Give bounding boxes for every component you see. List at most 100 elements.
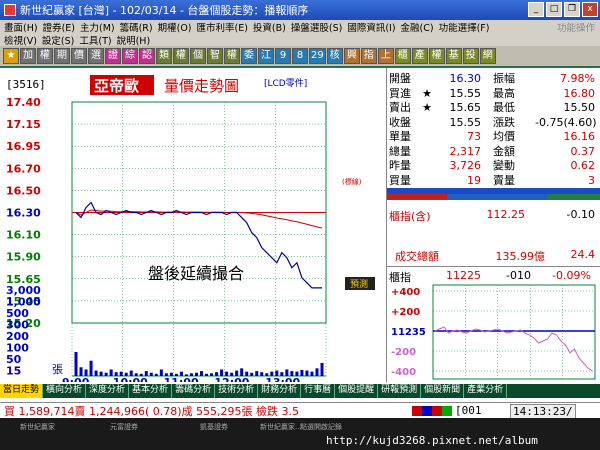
mini-ytick: +200 xyxy=(391,307,420,318)
tab-10[interactable]: 個股新聞 xyxy=(421,384,465,398)
menu-item-0[interactable]: 畫面(H) xyxy=(4,20,38,34)
time-axis: 9:00 10:00 11:00 12:00 13:00 xyxy=(62,376,301,389)
taskbar-item-4[interactable]: 點選開啟記錄 xyxy=(300,422,342,434)
quote-value: 15.55 xyxy=(449,115,482,129)
app-icon xyxy=(4,4,16,16)
taskbar-item-0[interactable]: 新世紀贏家 xyxy=(20,422,55,434)
otc-index-value: 112.25 xyxy=(486,208,526,221)
toolbar-button-0[interactable]: ★ xyxy=(3,48,19,64)
menu-item-2[interactable]: 主力(M) xyxy=(80,20,115,34)
quote-value: 15.65 xyxy=(449,101,482,114)
tab-11[interactable]: 產業分析 xyxy=(464,384,508,398)
toolbar-button-25[interactable]: 權 xyxy=(428,48,445,64)
toolbar-button-24[interactable]: 產 xyxy=(411,48,428,64)
toolbar-button-3[interactable]: 期 xyxy=(54,48,70,64)
price-tick: 16.95 xyxy=(6,140,41,153)
toolbar-button-12[interactable]: 智 xyxy=(207,48,223,64)
quote-value: 2,317 xyxy=(449,144,482,158)
menu2-item-3[interactable]: 說明(H) xyxy=(117,33,151,47)
quote-row: 總量 2,317 金額 0.37 xyxy=(389,145,599,160)
tab-2[interactable]: 深度分析 xyxy=(86,384,130,398)
quote-label-2: 最高 xyxy=(493,86,515,100)
tab-3[interactable]: 基本分析 xyxy=(129,384,173,398)
taskbar-item-1[interactable]: 元富證券 xyxy=(110,422,138,434)
toolbar-button-19[interactable]: 核 xyxy=(326,48,343,64)
menu-item-8[interactable]: 國際資訊(I) xyxy=(347,20,395,34)
menu-item-3[interactable]: 籌碼(R) xyxy=(120,20,153,34)
taskbar-item-3[interactable]: 新世紀贏家... xyxy=(260,422,302,434)
minimize-button[interactable]: _ xyxy=(528,2,544,17)
quote-row: 昨量 3,726 變動 0.62 xyxy=(389,159,599,174)
menu-item-6[interactable]: 投資(B) xyxy=(253,20,286,34)
maximize-button[interactable]: □ xyxy=(546,2,562,17)
restore-button[interactable]: ❐ xyxy=(564,2,580,17)
toolbar-button-13[interactable]: 權 xyxy=(224,48,240,64)
tab-6[interactable]: 財務分析 xyxy=(258,384,302,398)
quote-label-2: 賣量 xyxy=(493,173,515,187)
time-tick: 11:00 xyxy=(164,376,199,382)
menu-item-7[interactable]: 操盤選股(S) xyxy=(291,20,342,34)
menu-item-function-ops[interactable]: 功能操作 xyxy=(557,20,595,34)
toolbar-button-17[interactable]: 8 xyxy=(292,48,308,64)
toolbar-button-5[interactable]: 選 xyxy=(88,48,104,64)
toolbar-button-28[interactable]: 網 xyxy=(479,48,496,64)
toolbar-button-10[interactable]: 權 xyxy=(173,48,189,64)
menu-item-5[interactable]: 匯市利率(E) xyxy=(197,20,248,34)
menu2-item-2[interactable]: 工具(T) xyxy=(79,33,111,47)
tab-0[interactable]: 當日走勢 xyxy=(0,384,44,398)
menu-item-1[interactable]: 證券(E) xyxy=(43,20,75,34)
toolbar-button-8[interactable]: 認 xyxy=(139,48,155,64)
quote-value-2: 0.37 xyxy=(570,144,596,158)
volume-bar xyxy=(315,368,319,376)
tab-8[interactable]: 個股提醒 xyxy=(335,384,379,398)
volume-bar xyxy=(99,371,103,376)
market-summary: 買 1,589,714賣 1,244,966( 0.78)成 555,295張 … xyxy=(4,404,300,418)
quote-row: 單量 73 均價 16.16 xyxy=(389,130,599,145)
toolbar-button-20[interactable]: 興 xyxy=(343,48,360,64)
volume-bar xyxy=(200,371,204,376)
tab-4[interactable]: 籌碼分析 xyxy=(172,384,216,398)
menu-item-9[interactable]: 金融(C) xyxy=(401,20,434,34)
menu2-item-0[interactable]: 檢視(V) xyxy=(4,33,37,47)
tab-1[interactable]: 橫向分析 xyxy=(43,384,87,398)
quote-label-2: 漲跌 xyxy=(493,115,515,129)
toolbar-button-27[interactable]: 投 xyxy=(462,48,479,64)
toolbar-button-1[interactable]: 加 xyxy=(20,48,36,64)
menu-bar: 畫面(H) 證券(E) 主力(M) 籌碼(R) 期權(O) 匯市利率(E) 投資(B) 操盤選… xyxy=(0,20,600,47)
toolbar-button-6[interactable]: 證 xyxy=(105,48,121,64)
menu-item-10[interactable]: 功能選擇(F) xyxy=(439,20,490,34)
quote-label-2: 均價 xyxy=(493,130,515,143)
toolbar-button-26[interactable]: 基 xyxy=(445,48,462,64)
industry-tag: [LCD零件] xyxy=(264,77,307,89)
toolbar-button-7[interactable]: 綜 xyxy=(122,48,138,64)
toolbar-button-9[interactable]: 類 xyxy=(156,48,172,64)
turnover-label: 成交總額 xyxy=(395,250,439,263)
volume-bar xyxy=(79,367,83,376)
menu2-item-1[interactable]: 設定(S) xyxy=(42,33,74,47)
tab-9[interactable]: 研報預測 xyxy=(378,384,422,398)
taskbar-item-2[interactable]: 凱基證券 xyxy=(200,422,228,434)
toolbar-button-16[interactable]: 9 xyxy=(275,48,291,64)
tab-7[interactable]: 行事曆 xyxy=(301,384,336,398)
price-tick: 16.30 xyxy=(6,207,41,220)
toolbar-button-4[interactable]: 價 xyxy=(71,48,87,64)
toolbar-button-15[interactable]: 江 xyxy=(258,48,274,64)
volume-axis: 3,0001,0005003002001005015 xyxy=(6,284,41,378)
toolbar-button-18[interactable]: 29 xyxy=(309,48,326,64)
toolbar-button-21[interactable]: 指 xyxy=(360,48,377,64)
quote-value: 3,726 xyxy=(449,159,482,172)
tab-5[interactable]: 技術分析 xyxy=(215,384,259,398)
volume-bar xyxy=(159,369,163,376)
volume-bar xyxy=(74,352,78,376)
toolbar-button-23[interactable]: 櫃 xyxy=(394,48,411,64)
toolbar-button-14[interactable]: 委 xyxy=(241,48,257,64)
toolbar-button-11[interactable]: 個 xyxy=(190,48,206,64)
price-tick: 17.40 xyxy=(6,96,41,109)
menu-item-4[interactable]: 期權(O) xyxy=(158,20,192,34)
mini-index-line xyxy=(434,326,593,372)
volume-bars xyxy=(74,352,324,376)
toolbar-button-2[interactable]: 權 xyxy=(37,48,53,64)
toolbar-button-22[interactable]: 上 xyxy=(377,48,394,64)
close-button[interactable]: x xyxy=(582,2,598,17)
menu-row-1: 畫面(H) 證券(E) 主力(M) 籌碼(R) 期權(O) 匯市利率(E) 投資(B) 操盤選… xyxy=(0,20,600,34)
